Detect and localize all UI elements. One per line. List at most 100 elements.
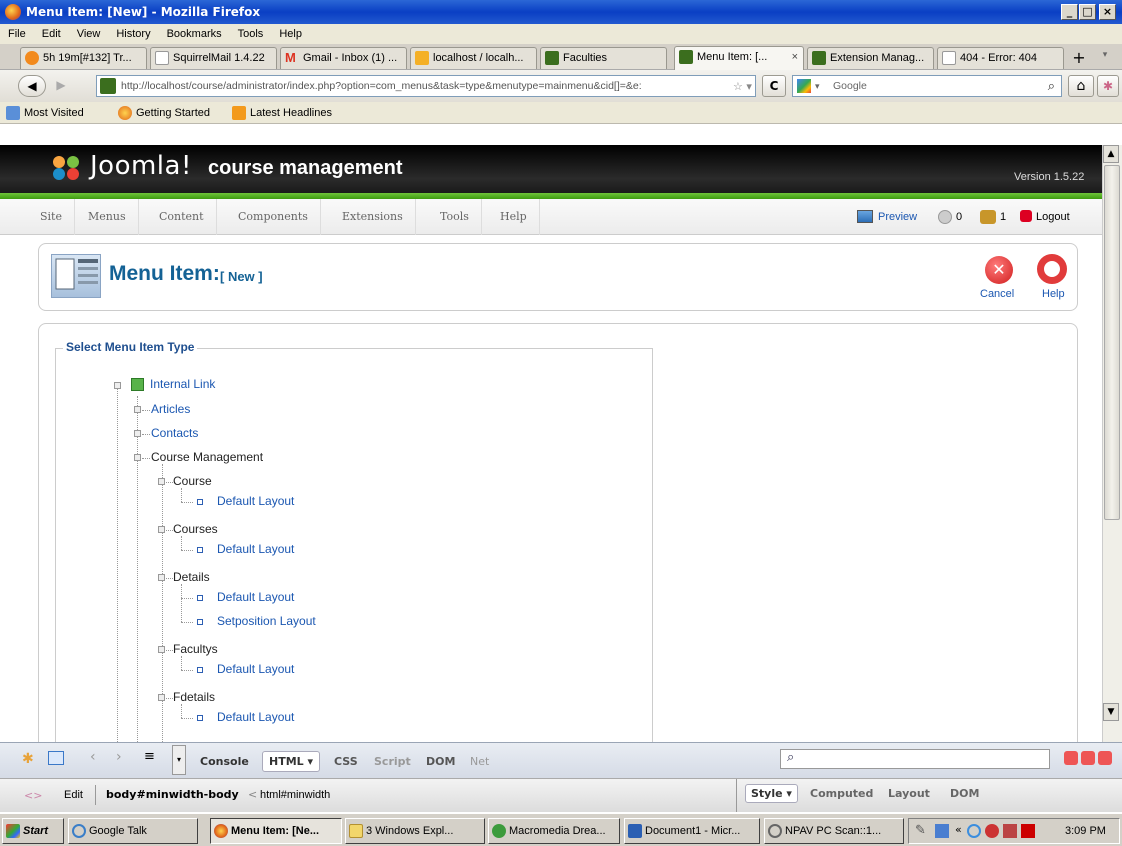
admin-menu-extensions[interactable]: Extensions xyxy=(330,199,416,235)
tree-fdetails-default-layout[interactable]: Default Layout xyxy=(217,710,294,724)
home-button[interactable]: ⌂ xyxy=(1068,75,1094,97)
tree-details-setposition-layout[interactable]: Setposition Layout xyxy=(217,614,316,628)
maximize-button[interactable]: □ xyxy=(1079,4,1096,20)
scroll-up-arrow-icon[interactable]: ▲ xyxy=(1103,145,1119,163)
cancel-button[interactable]: Cancel xyxy=(980,288,1014,300)
firebug-tab-css[interactable]: CSS xyxy=(334,755,358,768)
tree-collapse-toggle-icon[interactable] xyxy=(114,382,121,389)
menu-edit[interactable]: Edit xyxy=(34,24,69,44)
minimize-firebug-icon[interactable] xyxy=(1064,751,1078,765)
firebug-tab-net[interactable]: Net xyxy=(470,755,489,768)
pen-tray-icon[interactable]: ✎ xyxy=(915,823,926,838)
tree-component-course[interactable]: Course xyxy=(173,474,212,488)
close-window-button[interactable]: × xyxy=(1099,4,1116,20)
scrollbar-thumb[interactable] xyxy=(1104,165,1120,520)
tab-extension-manager[interactable]: Extension Manag... xyxy=(807,47,934,69)
bookmark-most-visited[interactable]: Most Visited xyxy=(24,102,84,124)
tree-toggle-icon[interactable] xyxy=(134,454,141,461)
side-tab-layout[interactable]: Layout xyxy=(888,787,930,800)
taskbar-firefox[interactable]: Menu Item: [Ne... xyxy=(210,818,342,844)
menu-history[interactable]: History xyxy=(108,24,158,44)
start-button[interactable]: Start xyxy=(2,818,64,844)
security-tray-icon[interactable] xyxy=(1021,824,1035,838)
tree-toggle-icon[interactable] xyxy=(158,526,165,533)
preview-link[interactable]: Preview xyxy=(878,199,917,235)
firebug-tab-html[interactable]: HTML ▾ xyxy=(262,751,321,772)
menu-help[interactable]: Help xyxy=(271,24,310,44)
logged-in-count[interactable]: 1 xyxy=(1000,199,1006,235)
search-icon[interactable]: ⌕ xyxy=(1048,76,1055,96)
tree-courses-default-layout[interactable]: Default Layout xyxy=(217,542,294,556)
tree-details-default-layout[interactable]: Default Layout xyxy=(217,590,294,604)
window-title-bar[interactable]: Menu Item: [New] - Mozilla Firefox _ □ × xyxy=(0,0,1122,24)
cancel-icon[interactable]: ✕ xyxy=(985,256,1013,284)
firebug-tab-dom[interactable]: DOM xyxy=(426,755,455,768)
tree-internal-link[interactable]: Internal Link xyxy=(150,377,215,391)
tree-contacts[interactable]: Contacts xyxy=(151,426,198,440)
tree-toggle-icon[interactable] xyxy=(134,406,141,413)
admin-menu-site[interactable]: Site xyxy=(28,199,75,235)
tab-menu-item[interactable]: Menu Item: [... × xyxy=(674,46,804,70)
tree-toggle-icon[interactable] xyxy=(158,646,165,653)
tree-toggle-icon[interactable] xyxy=(134,430,141,437)
side-tab-dom[interactable]: DOM xyxy=(950,787,979,800)
expand-arrows-icon[interactable]: <> xyxy=(24,789,42,802)
clock[interactable]: 3:09 PM xyxy=(1065,819,1106,843)
help-lifebuoy-icon[interactable] xyxy=(1037,254,1067,284)
new-tab-button[interactable]: + xyxy=(1070,50,1088,68)
tab-gmail[interactable]: M Gmail - Inbox (1) ... xyxy=(280,47,407,69)
tree-toggle-icon[interactable] xyxy=(158,478,165,485)
firebug-icon[interactable]: ✱ xyxy=(22,751,34,767)
tab-phpmyadmin[interactable]: localhost / localh... xyxy=(410,47,537,69)
firebug-tab-script[interactable]: Script xyxy=(374,755,411,768)
tree-component-fdetails[interactable]: Fdetails xyxy=(173,690,215,704)
tab-squirrelmail[interactable]: SquirrelMail 1.4.22 xyxy=(150,47,277,69)
bookmark-getting-started[interactable]: Getting Started xyxy=(136,102,210,124)
tree-component-courses[interactable]: Courses xyxy=(173,522,218,536)
firebug-edit-button[interactable]: Edit xyxy=(64,789,83,801)
forward-arrow-icon[interactable]: › xyxy=(116,749,122,765)
tab-faculties[interactable]: Faculties xyxy=(540,47,667,69)
breadcrumb-html[interactable]: html#minwidth xyxy=(260,789,330,801)
back-arrow-icon[interactable]: ‹ xyxy=(90,749,96,765)
help-button[interactable]: Help xyxy=(1042,288,1065,300)
panel-dropdown-icon[interactable]: ▾ xyxy=(172,745,186,775)
taskbar-word-document[interactable]: Document1 - Micr... xyxy=(624,818,760,844)
inspect-icon[interactable] xyxy=(48,751,64,765)
logout-link[interactable]: Logout xyxy=(1036,199,1070,235)
tree-course-default-layout[interactable]: Default Layout xyxy=(217,494,294,508)
close-tab-icon[interactable]: × xyxy=(792,47,798,67)
close-firebug-icon[interactable] xyxy=(1098,751,1112,765)
tray-expand-icon[interactable]: « xyxy=(955,823,962,836)
list-tabs-icon[interactable]: ▾ xyxy=(1096,50,1114,68)
addon-icon[interactable]: ✱ xyxy=(1097,75,1119,97)
taskbar-dreamweaver[interactable]: Macromedia Drea... xyxy=(488,818,620,844)
tab-404[interactable]: 404 - Error: 404 xyxy=(937,47,1064,69)
admin-menu-menus[interactable]: Menus xyxy=(76,199,139,235)
tree-facultys-default-layout[interactable]: Default Layout xyxy=(217,662,294,676)
back-button[interactable]: ◀ xyxy=(18,75,46,97)
tray-app-icon[interactable] xyxy=(967,824,981,838)
side-tab-style[interactable]: Style ▾ xyxy=(745,784,798,803)
network-tray-icon[interactable] xyxy=(935,824,949,838)
bookmark-latest-headlines[interactable]: Latest Headlines xyxy=(250,102,332,124)
menu-file[interactable]: File xyxy=(0,24,34,44)
admin-menu-components[interactable]: Components xyxy=(226,199,321,235)
message-count[interactable]: 0 xyxy=(956,199,962,235)
menu-bookmarks[interactable]: Bookmarks xyxy=(159,24,230,44)
tree-toggle-icon[interactable] xyxy=(158,694,165,701)
engine-dropdown-icon[interactable]: ▾ xyxy=(815,76,820,96)
breadcrumb-body[interactable]: body#minwidth-body xyxy=(106,788,239,801)
admin-menu-content[interactable]: Content xyxy=(147,199,217,235)
forward-button[interactable]: ▶ xyxy=(48,75,74,97)
tree-toggle-icon[interactable] xyxy=(158,574,165,581)
panel-menu-icon[interactable]: ≡ xyxy=(144,749,155,764)
admin-menu-tools[interactable]: Tools xyxy=(428,199,482,235)
detach-firebug-icon[interactable] xyxy=(1081,751,1095,765)
taskbar-npav-scan[interactable]: NPAV PC Scan::1... xyxy=(764,818,904,844)
menu-tools[interactable]: Tools xyxy=(230,24,272,44)
scroll-down-arrow-icon[interactable]: ▼ xyxy=(1103,703,1119,721)
bookmark-star-icon[interactable]: ☆ ▾ xyxy=(733,80,752,93)
search-input[interactable]: ▾ Google ⌕ xyxy=(792,75,1062,97)
minimize-button[interactable]: _ xyxy=(1061,4,1078,20)
